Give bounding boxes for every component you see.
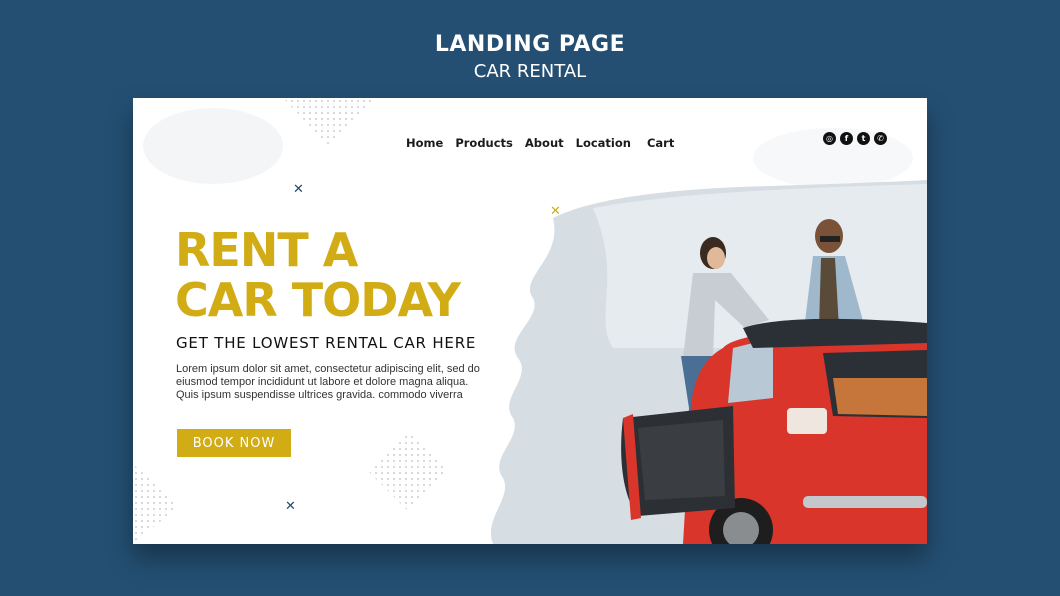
showcase-subtitle: CAR RENTAL — [473, 61, 587, 82]
hero-car-image — [490, 180, 927, 544]
book-now-button[interactable]: BOOK NOW — [177, 429, 291, 457]
hero-subheadline: GET THE LOWEST RENTAL CAR HERE — [176, 334, 477, 352]
landing-page-mockup: Home Products About Location Cart ◎ f t … — [133, 98, 927, 544]
nav-about[interactable]: About — [525, 136, 564, 150]
whatsapp-icon[interactable]: ✆ — [874, 132, 887, 145]
body-line-1: Lorem ipsum dolor sit amet, consectetur … — [176, 363, 480, 375]
headline-line-2: CAR TODAY — [175, 273, 461, 327]
cross-decoration: ✕ — [293, 182, 304, 197]
headline-line-1: RENT A — [175, 223, 358, 277]
facebook-icon[interactable]: f — [840, 132, 853, 145]
twitter-icon[interactable]: t — [857, 132, 870, 145]
body-line-2: eiusmod tempor incididunt ut labore et d… — [176, 376, 469, 388]
instagram-icon[interactable]: ◎ — [823, 132, 836, 145]
showcase-title: LANDING PAGE — [434, 32, 626, 57]
body-line-3: Quis ipsum suspendisse ultrices gravida.… — [176, 389, 463, 401]
nav-home[interactable]: Home — [406, 136, 443, 150]
social-links: ◎ f t ✆ — [823, 132, 887, 145]
cross-decoration: ✕ — [285, 499, 296, 514]
nav-location[interactable]: Location — [576, 136, 631, 150]
nav-products[interactable]: Products — [455, 136, 513, 150]
main-nav: Home Products About Location Cart — [406, 136, 686, 150]
hero-headline: RENT A CAR TODAY — [175, 223, 461, 327]
hero-body-text: Lorem ipsum dolor sit amet, consectetur … — [176, 363, 521, 402]
nav-cart[interactable]: Cart — [647, 136, 674, 150]
